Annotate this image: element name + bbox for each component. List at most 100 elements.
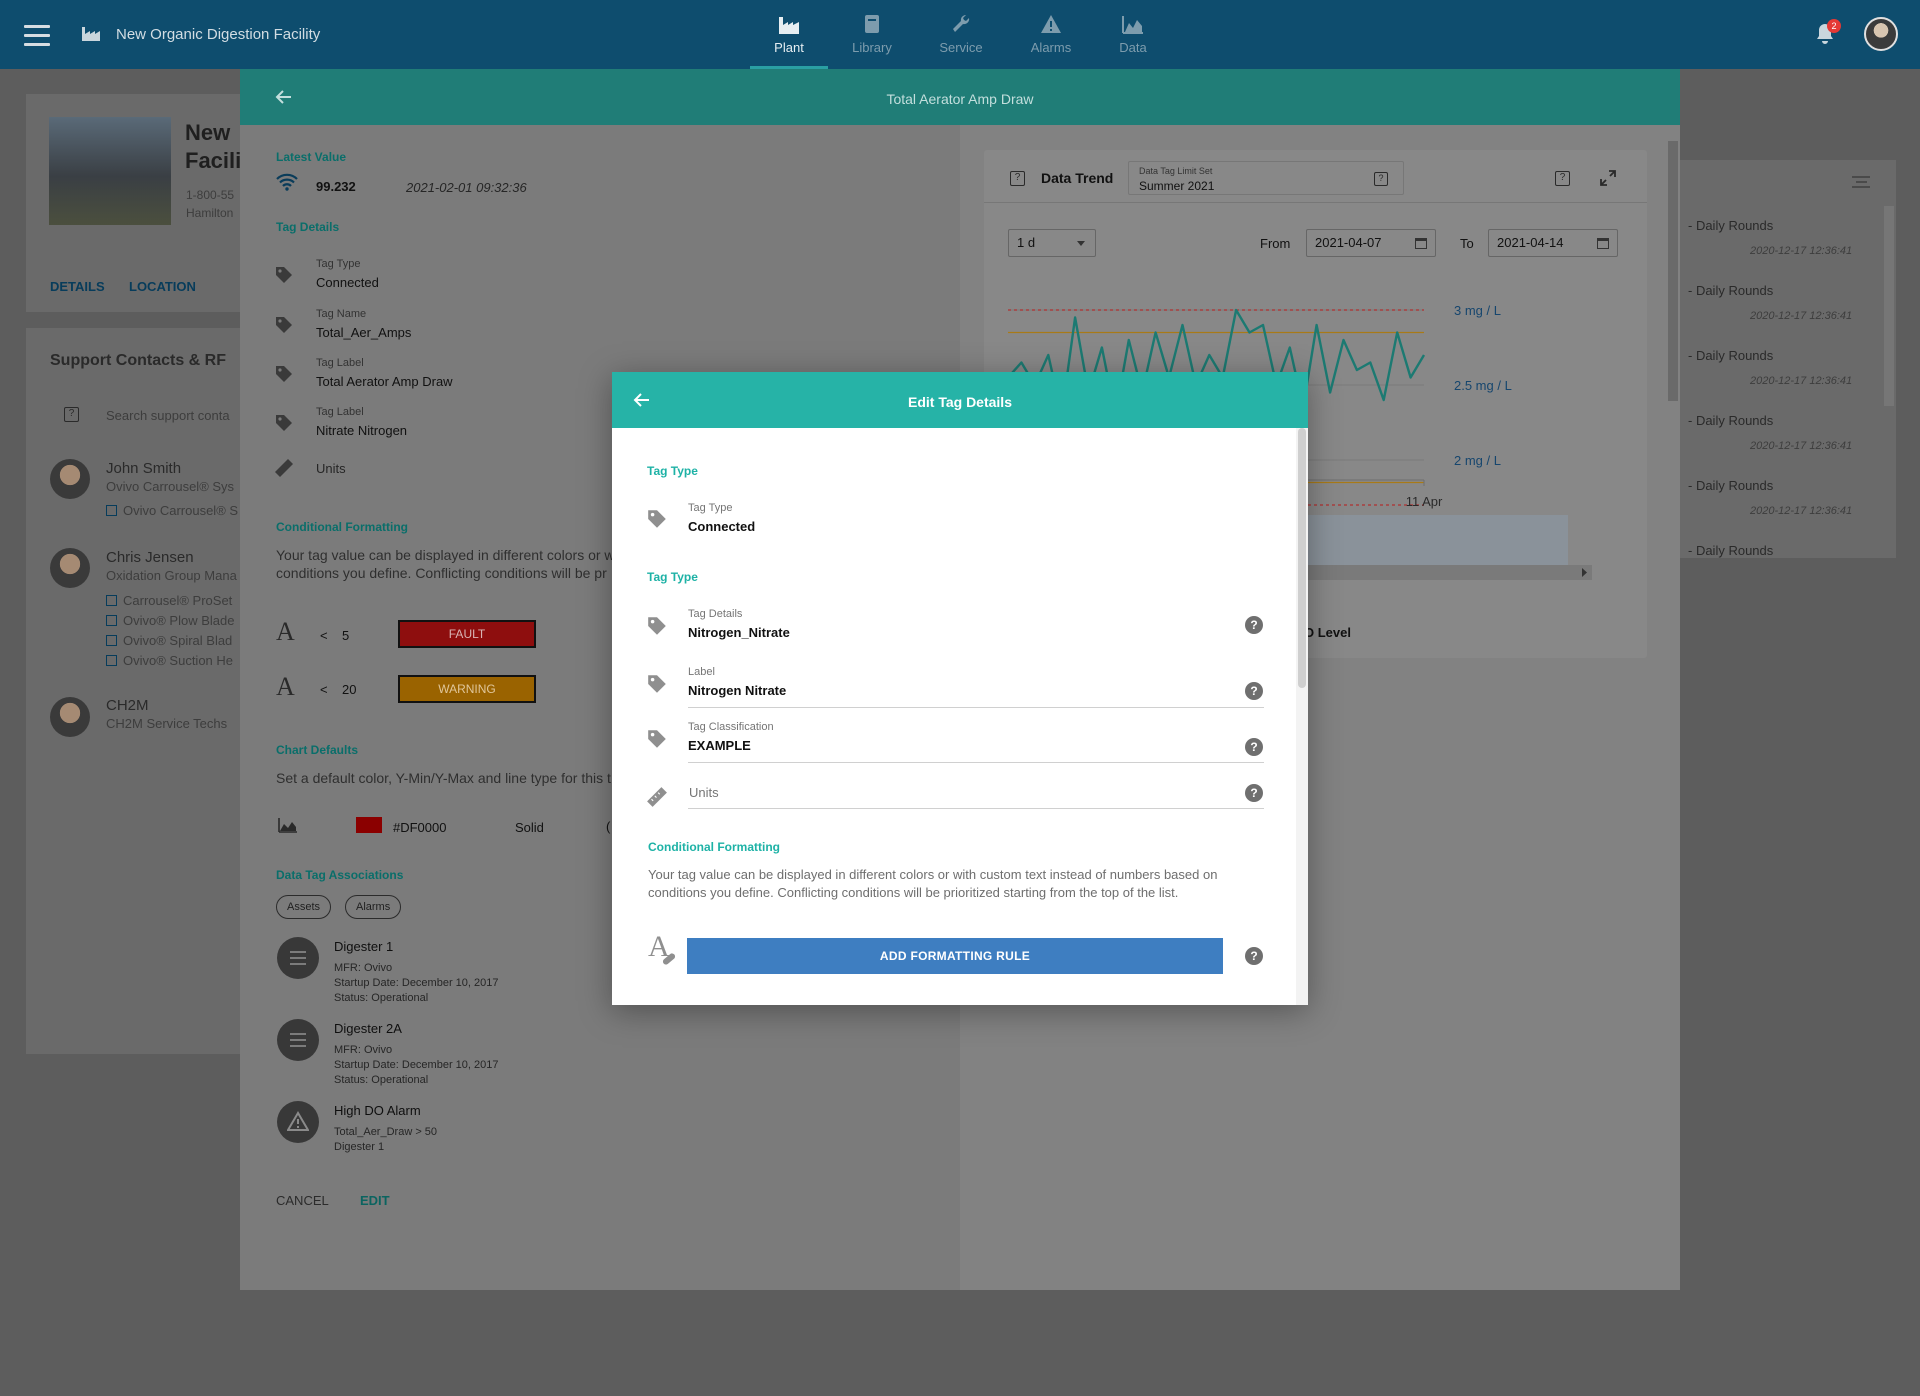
facility-photo — [49, 117, 171, 225]
to-date-value: 2021-04-14 — [1497, 235, 1564, 250]
color-swatch[interactable] — [356, 817, 382, 833]
y-tick-label: 3 mg / L — [1454, 303, 1501, 318]
asset-line: Digester 1 — [334, 1141, 385, 1153]
range-select[interactable]: 1 d — [1008, 229, 1096, 257]
assets-chip[interactable]: Assets — [276, 895, 332, 919]
field-value: Connected — [316, 275, 379, 290]
warning-icon — [1041, 15, 1061, 33]
edit-tag-modal: Edit Tag Details Tag Type Tag Type Conne… — [612, 372, 1308, 1005]
range-value: 1 d — [1017, 235, 1036, 250]
contact-item[interactable]: Carrousel® ProSet — [106, 593, 232, 608]
help-icon[interactable]: ? — [1555, 171, 1570, 186]
tag-icon — [648, 617, 666, 635]
asset-line: MFR: Ovivo — [334, 1044, 393, 1056]
round-time: 2020-12-17 12:36:41 — [1750, 505, 1853, 517]
tab-alarms[interactable]: Alarms — [1008, 14, 1094, 55]
fault-badge: FAULT — [398, 620, 536, 648]
latest-time: 2021-02-01 09:32:36 — [406, 180, 527, 195]
rounds-scrollbar[interactable] — [1884, 206, 1894, 406]
tab-plant[interactable]: Plant — [746, 14, 832, 69]
contact-role: CH2M Service Techs — [106, 716, 228, 731]
asset-title[interactable]: Digester 2A — [334, 1021, 402, 1036]
help-icon[interactable]: ? — [1245, 682, 1263, 700]
tag-icon — [276, 267, 292, 283]
tab-library[interactable]: Library — [829, 14, 915, 55]
facility-title: New Organic Digestion Facility — [116, 26, 321, 43]
edit-button[interactable]: EDIT — [360, 1193, 390, 1208]
location-tab[interactable]: LOCATION — [129, 279, 196, 294]
cancel-button[interactable]: CANCEL — [276, 1193, 329, 1208]
to-date-input[interactable]: 2021-04-14 — [1488, 229, 1618, 257]
round-title[interactable]: - Daily Rounds — [1688, 413, 1773, 428]
contact-role: Oxidation Group Mana — [106, 568, 237, 583]
asset-title[interactable]: Digester 1 — [334, 939, 393, 954]
panel-scrollbar[interactable] — [1668, 141, 1678, 401]
round-title[interactable]: - Daily Rounds — [1688, 348, 1773, 363]
support-search-input[interactable]: Search support conta — [106, 408, 230, 423]
latest-value: 99.232 — [316, 179, 356, 194]
rule-value: 20 — [342, 682, 357, 697]
limit-set-label: Data Tag Limit Set — [1139, 166, 1213, 176]
y-tick-label: 2.5 mg / L — [1454, 378, 1512, 393]
details-tab[interactable]: DETAILS — [50, 279, 105, 294]
help-icon[interactable]: ? — [1374, 172, 1388, 186]
round-title[interactable]: - Daily Rounds — [1688, 478, 1773, 493]
factory-logo-icon — [82, 27, 100, 41]
asset-line: MFR: Ovivo — [334, 962, 393, 974]
tab-service[interactable]: Service — [918, 14, 1004, 55]
limit-set-select[interactable]: Data Tag Limit Set Summer 2021 ? — [1128, 161, 1404, 195]
contact-name[interactable]: Chris Jensen — [106, 549, 194, 566]
help-icon[interactable]: ? — [1245, 947, 1263, 965]
filter-icon[interactable] — [1852, 176, 1870, 188]
round-time: 2020-12-17 12:36:41 — [1750, 310, 1853, 322]
tab-library-label: Library — [852, 40, 892, 55]
modal-scrollbar-thumb[interactable] — [1298, 428, 1306, 688]
contact-name[interactable]: CH2M — [106, 697, 149, 714]
modal-header: Edit Tag Details — [612, 372, 1308, 428]
field-label: Label — [688, 666, 715, 678]
help-icon[interactable]: ? — [1245, 784, 1263, 802]
tag-details-input[interactable]: Nitrogen_Nitrate — [688, 625, 790, 640]
units-input[interactable]: Units — [689, 785, 719, 800]
conditional-text-2: conditions you define. Conflicting condi… — [276, 565, 607, 581]
help-icon[interactable]: ? — [1245, 616, 1263, 634]
tag-icon — [276, 366, 292, 382]
contact-name[interactable]: John Smith — [106, 460, 181, 477]
round-title[interactable]: - Daily Rounds — [1688, 283, 1773, 298]
from-date-input[interactable]: 2021-04-07 — [1306, 229, 1436, 257]
tab-data-label: Data — [1119, 40, 1147, 55]
ruler-icon — [275, 459, 293, 477]
contact-item[interactable]: Ovivo® Suction He — [106, 653, 233, 668]
field-label: Tag Details — [688, 608, 743, 620]
to-label: To — [1460, 236, 1474, 251]
add-formatting-rule-button[interactable]: ADD FORMATTING RULE — [687, 938, 1223, 974]
warning-icon — [287, 1111, 309, 1131]
menu-icon[interactable] — [24, 25, 50, 52]
area-chart-icon — [1122, 16, 1143, 34]
x-tick-label: 11 Apr — [1406, 494, 1443, 509]
support-title: Support Contacts & RF — [50, 352, 226, 369]
alarms-chip[interactable]: Alarms — [345, 895, 402, 919]
tab-data[interactable]: Data — [1090, 14, 1176, 55]
round-title[interactable]: - Daily Rounds — [1688, 218, 1773, 233]
expand-icon[interactable] — [1600, 170, 1616, 186]
field-label: Tag Label — [316, 406, 364, 418]
tag-icon — [648, 730, 666, 748]
facility-phone: 1-800-55 — [186, 188, 235, 202]
tag-details-heading: Tag Details — [276, 220, 340, 234]
contact-item-label: Carrousel® ProSet — [123, 593, 233, 608]
modal-title: Edit Tag Details — [908, 394, 1012, 410]
tag-classification-input[interactable]: EXAMPLE — [688, 738, 751, 753]
tab-service-label: Service — [939, 40, 983, 55]
help-icon[interactable]: ? — [1245, 738, 1263, 756]
contact-item[interactable]: Ovivo® Spiral Blad — [106, 633, 232, 648]
label-input[interactable]: Nitrogen Nitrate — [688, 683, 786, 698]
contact-item[interactable]: Ovivo® Plow Blade — [106, 613, 234, 628]
from-label: From — [1260, 236, 1291, 251]
contact-item[interactable]: Ovivo Carrousel® S — [106, 503, 238, 518]
round-title[interactable]: - Daily Rounds — [1688, 543, 1773, 558]
help-icon[interactable]: ? — [1010, 171, 1025, 186]
asset-title[interactable]: High DO Alarm — [334, 1103, 421, 1118]
asset-line: Startup Date: December 10, 2017 — [334, 1059, 499, 1071]
user-avatar[interactable] — [1864, 17, 1898, 51]
